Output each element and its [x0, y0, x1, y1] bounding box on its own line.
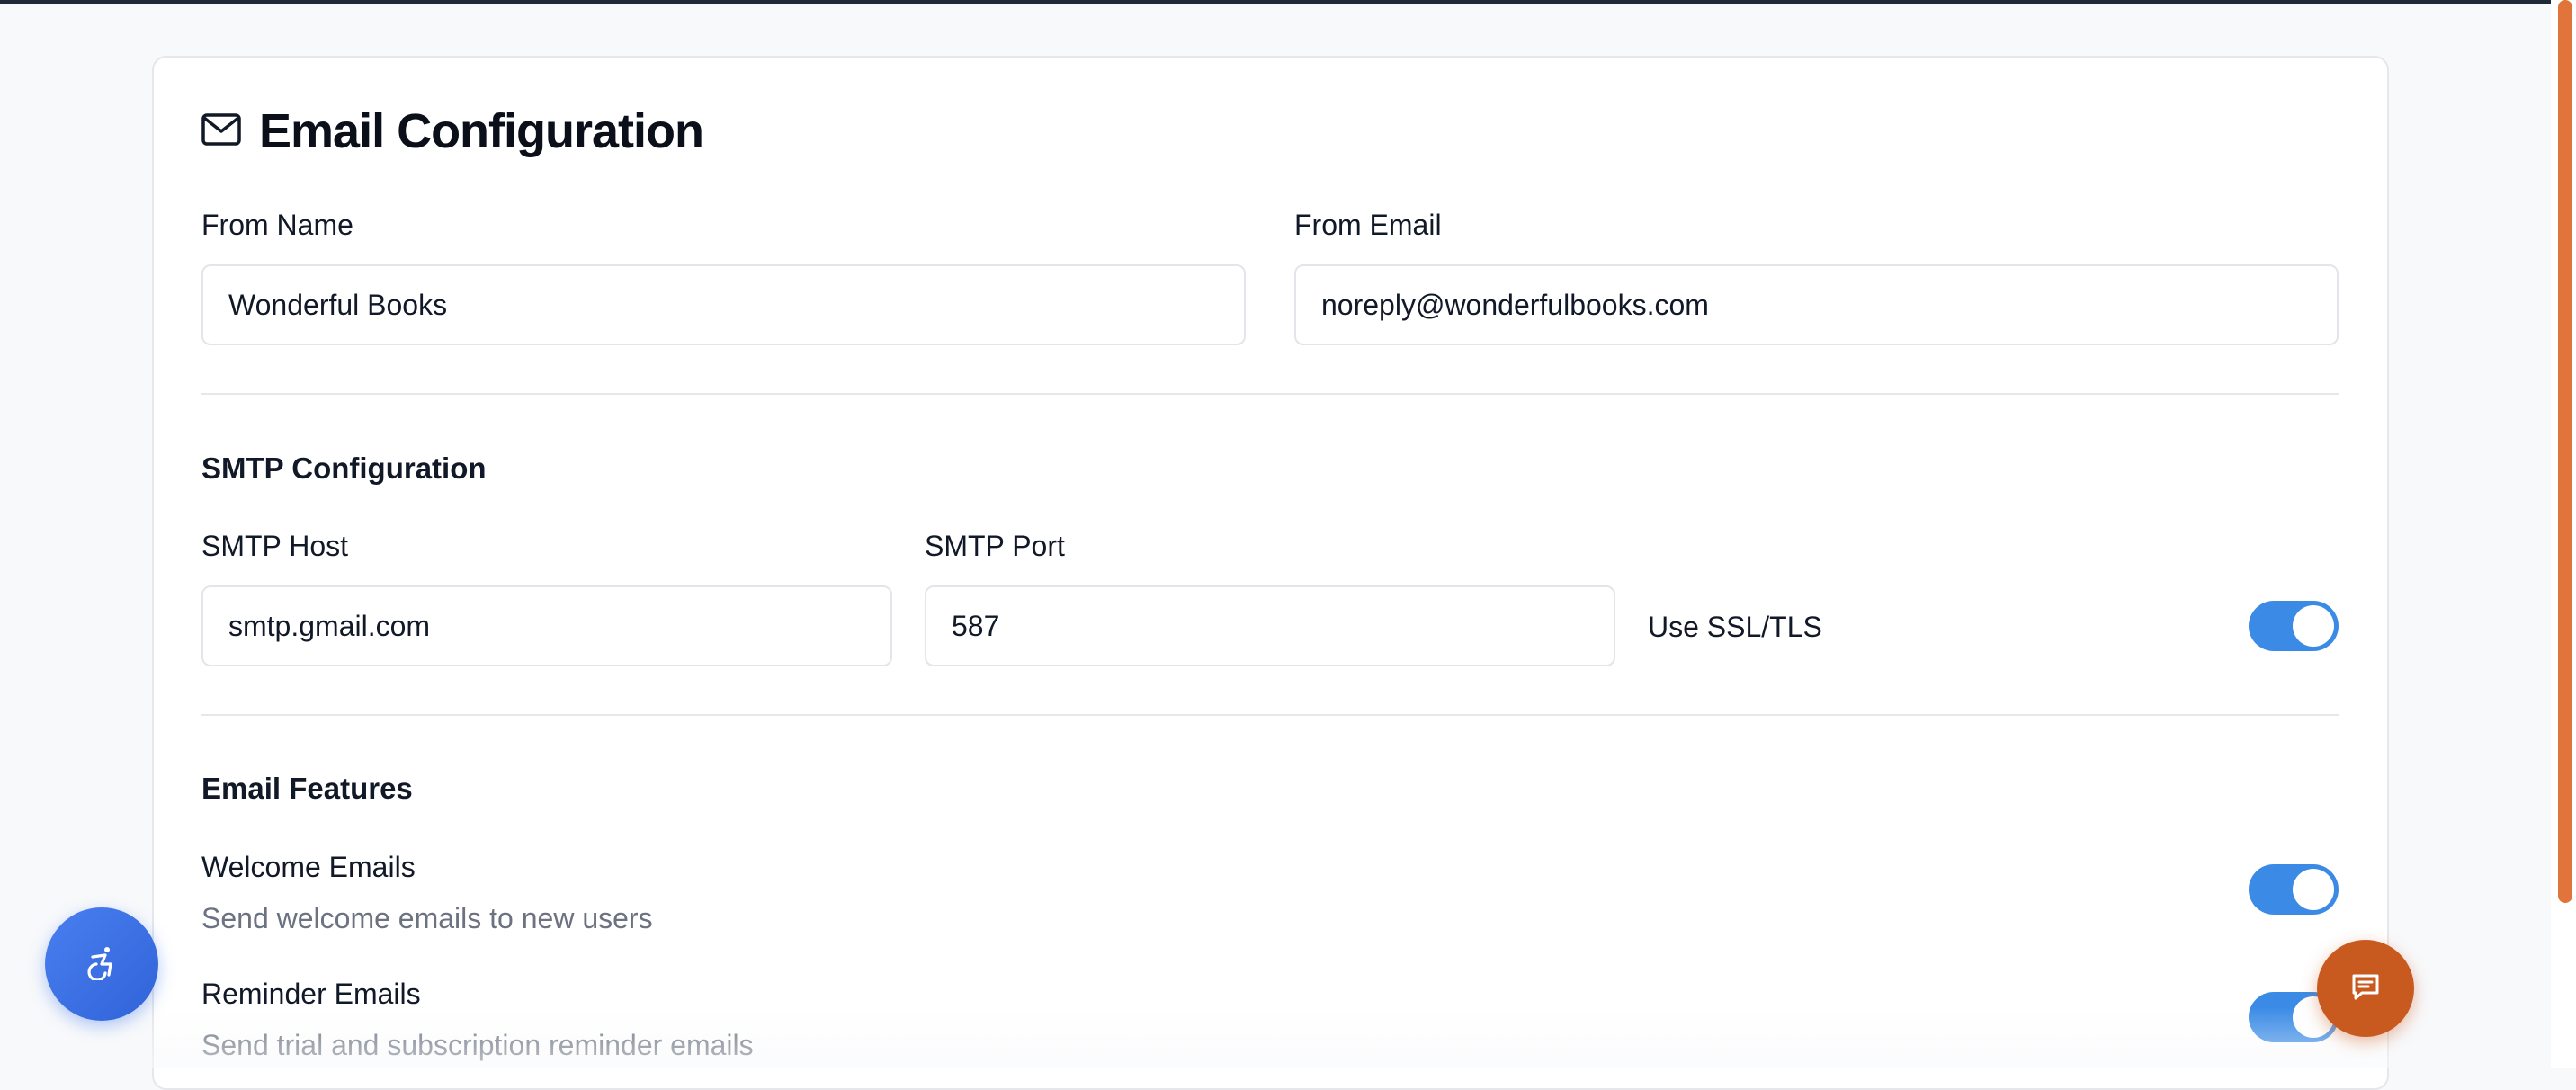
reminder-emails-title: Reminder Emails — [201, 978, 421, 1010]
from-name-input[interactable]: Wonderful Books — [201, 264, 1246, 345]
smtp-port-label: SMTP Port — [925, 530, 1065, 562]
from-name-label: From Name — [201, 209, 353, 241]
accessibility-button[interactable] — [45, 907, 158, 1021]
welcome-emails-description: Send welcome emails to new users — [201, 902, 653, 934]
chat-icon — [2349, 970, 2382, 1007]
chat-button[interactable] — [2317, 940, 2414, 1037]
divider — [201, 714, 2339, 716]
smtp-host-input[interactable]: smtp.gmail.com — [201, 585, 892, 666]
top-bar — [0, 0, 2551, 4]
welcome-emails-toggle[interactable] — [2249, 864, 2339, 915]
smtp-port-input[interactable]: 587 — [925, 585, 1615, 666]
toggle-knob — [2293, 869, 2334, 910]
welcome-emails-title: Welcome Emails — [201, 851, 416, 883]
from-email-input[interactable]: noreply@wonderfulbooks.com — [1294, 264, 2339, 345]
smtp-section-title: SMTP Configuration — [201, 451, 487, 485]
ssl-tls-label: Use SSL/TLS — [1648, 611, 1822, 643]
mail-icon — [201, 112, 241, 150]
divider — [201, 393, 2339, 395]
scrollbar-track[interactable] — [2551, 0, 2576, 1068]
card-header: Email Configuration — [201, 97, 704, 165]
toggle-knob — [2293, 605, 2334, 647]
email-features-section-title: Email Features — [201, 772, 413, 805]
page-title: Email Configuration — [259, 104, 704, 158]
ssl-tls-toggle[interactable] — [2249, 601, 2339, 651]
scrollbar-thumb[interactable] — [2558, 0, 2572, 903]
smtp-host-label: SMTP Host — [201, 530, 348, 562]
from-email-label: From Email — [1294, 209, 1442, 241]
reminder-emails-description: Send trial and subscription reminder ema… — [201, 1029, 754, 1061]
accessibility-icon — [84, 944, 120, 985]
